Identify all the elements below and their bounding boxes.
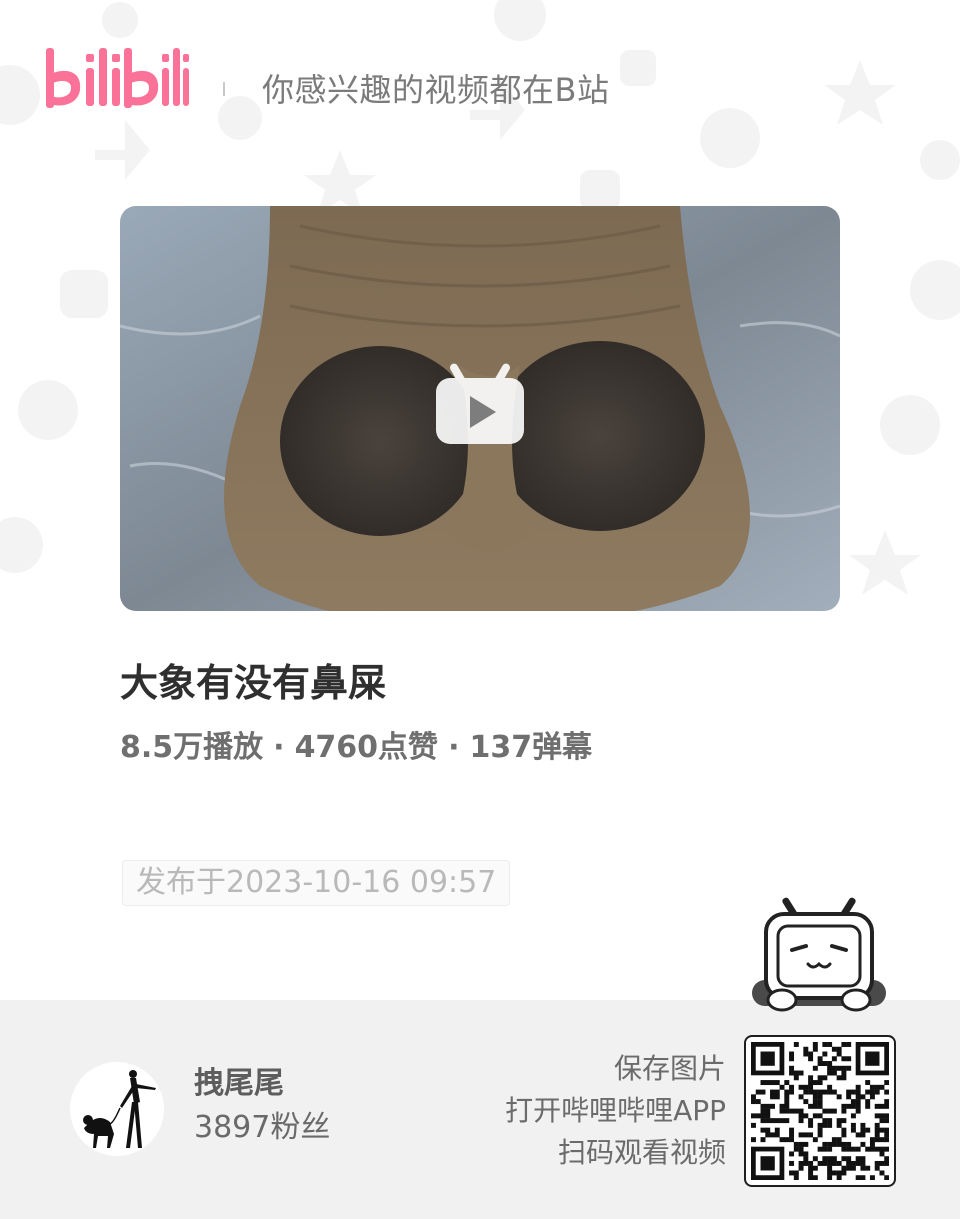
- slogan: 你感兴趣的视频都在B站: [262, 71, 610, 109]
- avatar-silhouette-icon: [83, 1070, 156, 1148]
- video-stats: 8.5万播放 · 4760点赞 · 137弹幕: [120, 726, 592, 770]
- play-count: 8.5万播放: [120, 730, 264, 765]
- cta-text: 保存图片 打开哔哩哔哩APP 扫码观看视频: [505, 1048, 726, 1174]
- header-divider: [223, 82, 225, 96]
- stat-separator: ·: [448, 730, 460, 765]
- bilibili-logo-icon: [46, 48, 189, 108]
- uploader-name[interactable]: 拽尾尾: [194, 1062, 284, 1106]
- bilibili-tv-mascot-icon: [752, 897, 886, 1012]
- avatar[interactable]: [70, 1062, 164, 1156]
- danmaku-count: 137弹幕: [469, 730, 593, 765]
- video-title[interactable]: 大象有没有鼻屎: [120, 656, 386, 710]
- cta-scan-to-watch: 扫码观看视频: [557, 1136, 726, 1169]
- cta-open-app: 打开哔哩哔哩APP: [505, 1094, 726, 1127]
- qr-code[interactable]: [744, 1035, 896, 1187]
- uploader-fans: 3897粉丝: [194, 1110, 331, 1145]
- like-count: 4760点赞: [294, 730, 439, 765]
- stat-separator: ·: [273, 730, 285, 765]
- qr-code-icon: [751, 1042, 889, 1180]
- play-tv-icon[interactable]: [434, 362, 526, 446]
- publish-date: 发布于2023-10-16 09:57: [122, 860, 511, 906]
- cta-save-image: 保存图片: [613, 1052, 726, 1085]
